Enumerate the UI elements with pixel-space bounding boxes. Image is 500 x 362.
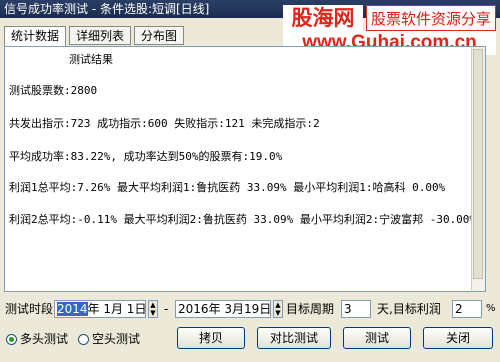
short-test-radio[interactable] <box>78 334 89 345</box>
close-button[interactable]: 关闭 <box>423 327 493 349</box>
target-period-label: 目标周期 <box>286 302 335 316</box>
spin-up-icon: ▲ <box>150 301 156 309</box>
target-profit-label: 天,目标利润 <box>377 302 441 316</box>
brand-logo: 股海网 <box>283 5 363 31</box>
profit2-text: 利润2总平均:-0.11% 最大平均利润2:鲁抗医药 33.09% 最小平均利润… <box>9 213 477 226</box>
short-test-label[interactable]: 空头测试 <box>92 330 140 348</box>
results-heading: 测试结果 <box>69 53 113 66</box>
copy-button[interactable]: 拷贝 <box>177 327 245 349</box>
start-year-value: 2014 <box>57 302 88 316</box>
end-date-spinner[interactable]: ▲ ▼ <box>273 300 283 318</box>
period-row: 测试时段 2014年 1月 1日 ▲ ▼ - 2016年 3月19日 ▲ ▼ 目标周… <box>0 298 500 320</box>
success-rate-text: 平均成功率:83.22%, 成功率达到50%的股票有:19.0% <box>9 150 283 163</box>
long-test-label[interactable]: 多头测试 <box>20 330 68 348</box>
target-period-input[interactable]: 3 <box>341 300 371 318</box>
target-profit-input[interactable]: 2 <box>452 300 482 318</box>
brand-slogan: 股票软件资源分享 <box>366 5 496 31</box>
tab-detail-list[interactable]: 详细列表 <box>69 26 131 45</box>
end-date-value: 2016年 3月19日 <box>178 302 272 316</box>
end-date-field[interactable]: 2016年 3月19日 <box>175 300 271 318</box>
start-date-field[interactable]: 2014年 1月 1日 <box>54 300 146 318</box>
signals-text: 共发出指示:723 成功指示:600 失败指示:121 未完成指示:2 <box>9 117 320 130</box>
tab-distribution[interactable]: 分布图 <box>134 26 184 45</box>
compare-test-button[interactable]: 对比测试 <box>257 327 331 349</box>
vertical-scrollbar[interactable] <box>471 47 485 291</box>
scrollbar-thumb[interactable] <box>473 49 483 279</box>
profit1-text: 利润1总平均:7.26% 最大平均利润1:鲁抗医药 33.09% 最小平均利润1… <box>9 181 446 194</box>
start-date-spinner[interactable]: ▲ ▼ <box>148 300 158 318</box>
long-test-radio[interactable] <box>6 334 17 345</box>
percent-sign: % <box>486 303 496 314</box>
start-date-rest: 年 1月 1日 <box>87 302 147 316</box>
window-title: 信号成功率测试 - 条件选股:短调[日线] <box>4 2 210 16</box>
period-label: 测试时段 <box>5 302 54 316</box>
spin-down-icon: ▼ <box>150 309 156 317</box>
spin-up-icon: ▲ <box>275 301 281 309</box>
total-stocks-text: 测试股票数:2800 <box>9 84 98 97</box>
tab-statistics[interactable]: 统计数据 <box>4 26 66 47</box>
spin-down-icon: ▼ <box>275 309 281 317</box>
test-button[interactable]: 测试 <box>343 327 411 349</box>
date-separator: - <box>164 302 169 316</box>
results-panel[interactable]: 测试结果 测试股票数:2800 共发出指示:723 成功指示:600 失败指示:… <box>4 46 486 292</box>
